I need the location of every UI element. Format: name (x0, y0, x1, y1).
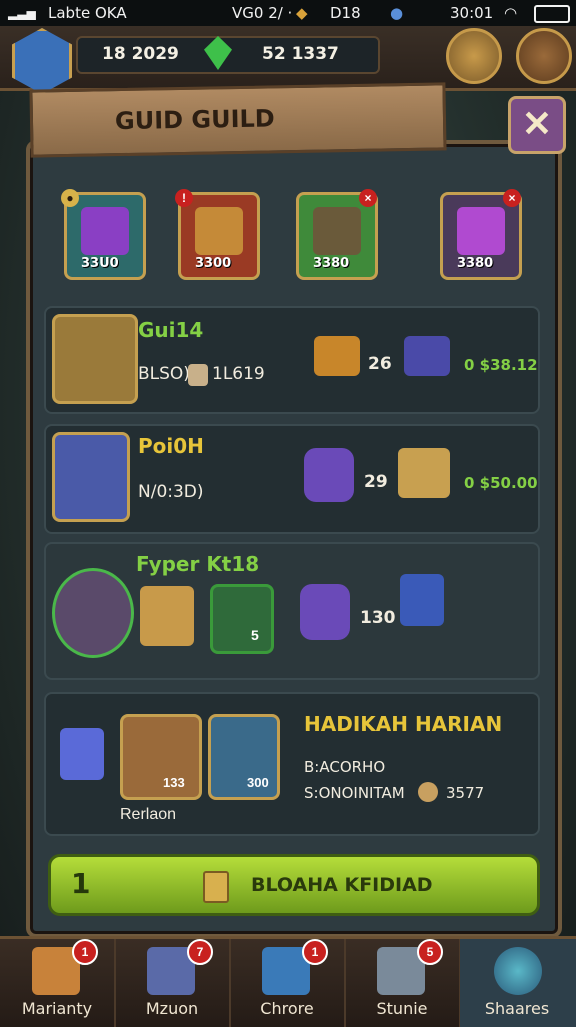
drum-card-value: 133 (163, 775, 185, 790)
panel-title: GUID GUILD (114, 104, 275, 136)
share-icon (494, 947, 542, 995)
clock-time: 30:01 (450, 4, 494, 22)
featured-item-card[interactable]: × 3380 (440, 189, 522, 280)
nav-label: Shaares (484, 999, 550, 1018)
offer-line-2-value: 3577 (446, 784, 485, 802)
feather-item-icon (457, 207, 505, 255)
close-corner-icon: × (359, 189, 377, 207)
crystal-shard-icon (60, 728, 104, 780)
resource-pill: 18 2029 52 1337 (76, 36, 380, 74)
settings-gear-icon[interactable] (446, 28, 502, 84)
featured-item-value: 3380 (313, 256, 350, 271)
status-center-text-2: D18 (330, 4, 361, 22)
featured-item-card[interactable]: × 3380 (296, 189, 378, 280)
home-button-icon[interactable] (516, 28, 572, 84)
resource-right-value: 52 1337 (262, 44, 339, 64)
offer-title: Poi0H (138, 434, 204, 458)
offer-row[interactable]: Poi0H N/0:3D) 29 0 $50.00 (44, 424, 540, 534)
notification-badge: 1 (302, 939, 328, 965)
chest-icon (314, 336, 360, 376)
offer-price: 0 $38.12 (464, 356, 538, 374)
player-emblem-icon[interactable] (12, 28, 72, 94)
nav-label: Marianty (21, 999, 93, 1018)
offer-row[interactable]: 133 300 Rerlaon HADIKAH HARIAN B:ACORHO … (44, 692, 540, 836)
offer-row[interactable]: Fyper Kt18 5 130 (44, 542, 540, 680)
nav-label: Chrore (260, 999, 314, 1018)
nav-item-share[interactable]: Shaares (460, 939, 576, 1027)
claim-label: BLOAHA KFIDIAD (251, 874, 433, 896)
helmet-card-value: 300 (247, 775, 269, 790)
badge-corner-icon: ! (175, 189, 193, 207)
crystal-card: 5 (210, 584, 274, 654)
drum-item-icon: 133 (120, 714, 202, 800)
shield-status-icon: ● (390, 4, 404, 22)
featured-item-value: 3300 (195, 256, 232, 271)
fishbone-icon (140, 586, 194, 646)
offer-quantity: 130 (360, 608, 396, 628)
nav-item-home[interactable]: 1 Marianty (0, 939, 116, 1027)
top-resource-bar: 18 2029 52 1337 (0, 26, 576, 94)
scroll-icon (404, 336, 450, 376)
featured-item-value: 3380 (457, 256, 494, 271)
notification-badge: 7 (187, 939, 213, 965)
status-center-text: VG0 2/ · (232, 4, 293, 22)
trumpet-item-icon (52, 314, 138, 404)
nav-item-chest[interactable]: 1 Chrore (230, 939, 346, 1027)
ore-icon (300, 584, 350, 640)
offer-subtitle: BLSO) (138, 364, 190, 384)
battery-icon (534, 5, 570, 23)
coin-corner-icon: ● (61, 189, 79, 207)
offer-quantity: 26 (368, 354, 392, 374)
offer-caption: Rerlaon (120, 806, 177, 823)
resource-left-value: 18 2029 (102, 44, 179, 64)
featured-item-card[interactable]: ! 3300 (175, 189, 260, 280)
offer-title: HADIKAH HARIAN (304, 712, 503, 736)
signal-icon: ▂▃▅ (8, 6, 36, 20)
notification-badge: 1 (72, 939, 98, 965)
offer-quantity: 29 (364, 472, 388, 492)
nav-item-guild[interactable]: 5 Stunie (345, 939, 461, 1027)
ore-icon (304, 448, 354, 502)
close-button[interactable]: ✕ (508, 96, 566, 154)
ticket-icon (203, 871, 229, 903)
nav-label: Stunie (376, 999, 428, 1018)
cannon-item-icon (52, 432, 130, 522)
potion-icon (400, 574, 444, 626)
spyglass-item-icon (195, 207, 243, 255)
wifi-icon: ◠ (504, 4, 518, 22)
offer-line-2: S:ONOINITAM (304, 784, 405, 802)
cauldron-item-icon (52, 568, 134, 658)
emerald-icon (204, 36, 232, 70)
status-bar: ▂▃▅ Labte OKA VG0 2/ · ◆ D18 ● 30:01 ◠ (0, 0, 576, 26)
nav-item-shop[interactable]: 7 Mzuon (115, 939, 231, 1027)
stone-icon (188, 364, 208, 386)
notification-badge: 5 (417, 939, 443, 965)
leaf-crate-icon (398, 448, 450, 498)
nav-label: Mzuon (145, 999, 199, 1018)
claim-count: 1 (71, 867, 91, 900)
offer-line-1: B:ACORHO (304, 758, 386, 776)
offer-subtitle-value: 1L619 (212, 364, 265, 384)
sword-item-icon (313, 207, 361, 255)
featured-item-card[interactable]: ● 33U0 (61, 189, 146, 280)
carrier-label: Labte OKA (48, 4, 127, 22)
offer-title: Gui14 (138, 318, 204, 342)
coin-icon (418, 782, 438, 802)
close-corner-icon: × (503, 189, 521, 207)
featured-item-value: 33U0 (81, 256, 119, 271)
claim-button[interactable]: 1 BLOAHA KFIDIAD (48, 854, 540, 916)
helmet-item-icon: 300 (208, 714, 280, 800)
bottom-navigation: 1 Marianty 7 Mzuon 1 Chrore 5 Stunie Sha… (0, 936, 576, 1027)
offer-row[interactable]: Gui14 BLSO) 1L619 26 0 $38.12 (44, 306, 540, 414)
title-banner: GUID GUILD (29, 82, 447, 158)
gem-status-icon: ◆ (296, 4, 308, 22)
crystal-card-value: 5 (251, 627, 259, 643)
offer-price: 0 $50.00 (464, 474, 538, 492)
offer-subtitle: N/0:3D) (138, 482, 204, 502)
cannon-item-icon (81, 207, 129, 255)
offer-title: Fyper Kt18 (136, 552, 260, 576)
